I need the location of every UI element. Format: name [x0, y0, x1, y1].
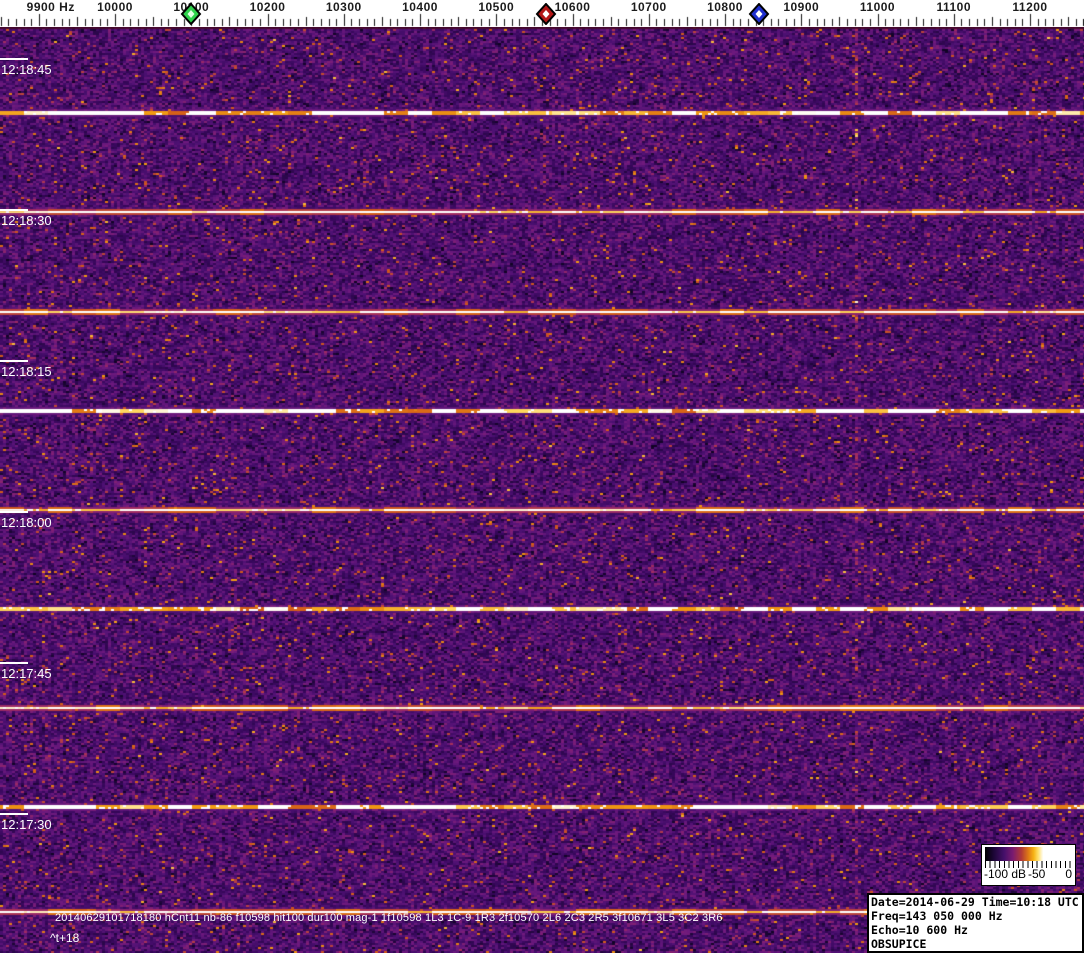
spectrogram-panel: 20140629101718180 hCnt11 nb-86 f10598 hi…	[0, 27, 1084, 953]
time-label: 12:18:45	[1, 62, 52, 77]
freq-tick-label: 10800	[707, 0, 743, 14]
db-label-mid: -50	[1028, 867, 1046, 881]
time-tick	[0, 662, 28, 664]
freq-tick-label: 10500	[478, 0, 515, 14]
time-tick	[0, 813, 28, 815]
db-gradient-bar	[985, 847, 1072, 861]
info-line: OBSUPICE	[871, 937, 927, 951]
freq-tick-label: 11200	[1012, 0, 1048, 14]
event-annotation-text: 20140629101718180 hCnt11 nb-86 f10598 hi…	[55, 912, 723, 924]
info-line: Freq=143 050 000 Hz	[871, 909, 1003, 923]
time-tick	[0, 360, 28, 362]
spectrogram-canvas	[0, 27, 1084, 953]
freq-tick-label: 9900 Hz	[26, 0, 75, 14]
time-tick	[0, 58, 28, 60]
freq-tick-label: 10200	[249, 0, 286, 14]
db-label-max: 0	[1065, 867, 1072, 881]
time-tick	[0, 209, 28, 211]
observation-info-box: Date=2014-06-29 Time=10:18 UTC Freq=143 0…	[867, 893, 1084, 953]
freq-tick-label: 11100	[936, 0, 972, 14]
time-label: 12:18:30	[1, 213, 52, 228]
time-tick	[0, 511, 28, 513]
freq-tick-label: 10700	[630, 0, 667, 14]
freq-marker-red[interactable]	[535, 2, 557, 26]
frequency-axis: 9900 Hz100001010010200103001040010500106…	[0, 0, 1084, 27]
freq-tick-label: 10900	[783, 0, 820, 14]
info-line: Date=2014-06-29 Time=10:18 UTC	[871, 895, 1079, 909]
time-label: 12:18:15	[1, 364, 52, 379]
time-label: 12:18:00	[1, 515, 52, 530]
freq-marker-green[interactable]	[180, 2, 202, 26]
freq-tick-label: 10400	[402, 0, 438, 14]
freq-tick-label: 10000	[97, 0, 133, 14]
db-label-min: -100 dB	[984, 867, 1027, 881]
db-scale-labels: -100 dB -50 0	[982, 867, 1075, 882]
time-label: 12:17:30	[1, 817, 52, 832]
freq-marker-blue[interactable]	[748, 2, 770, 26]
db-color-scale: -100 dB -50 0	[981, 844, 1076, 886]
freq-tick-label: 10600	[554, 0, 591, 14]
app-root: { "frequency_axis": { "unit": "Hz", "lab…	[0, 0, 1084, 953]
info-line: Echo=10 600 Hz	[871, 923, 968, 937]
freq-tick-label: 10300	[325, 0, 362, 14]
freq-tick-label: 11000	[859, 0, 896, 14]
cursor-annotation-text: ^t+18	[50, 931, 80, 945]
time-label: 12:17:45	[1, 666, 52, 681]
